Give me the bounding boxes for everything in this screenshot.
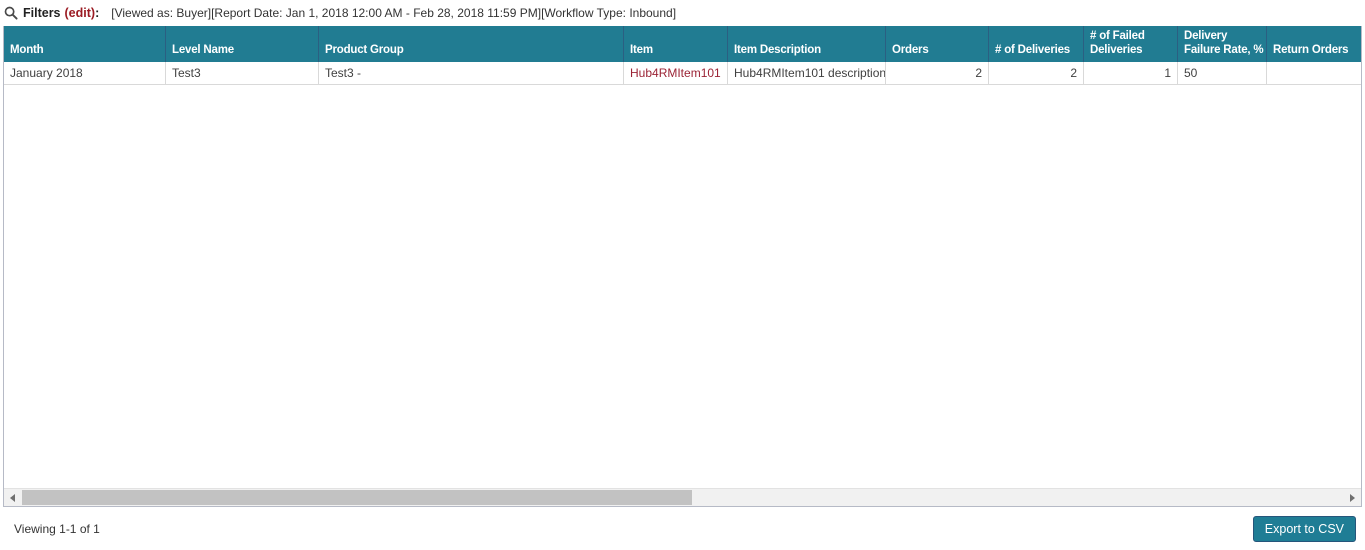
column-header-return-orders[interactable]: Return Orders [1267, 26, 1361, 62]
cell-product-group: Test3 - [319, 62, 624, 84]
filter-summary: [Viewed as: Buyer][Report Date: Jan 1, 2… [111, 6, 677, 20]
results-grid: Month Level Name Product Group Item Item… [3, 26, 1362, 507]
filters-label: Filters [23, 6, 61, 20]
grid-empty-body [4, 85, 1361, 488]
cell-num-failed-deliveries: 1 [1084, 62, 1178, 84]
scroll-left-icon [10, 493, 15, 502]
scrollbar-thumb[interactable] [22, 490, 692, 505]
cell-return-orders [1267, 62, 1361, 84]
column-header-num-failed-deliveries[interactable]: # of Failed Deliveries [1084, 26, 1178, 62]
horizontal-scrollbar[interactable] [4, 488, 1361, 506]
filters-edit-link[interactable]: (edit) [65, 6, 96, 20]
column-header-product-group[interactable]: Product Group [319, 26, 624, 62]
cell-delivery-failure-rate: 50 [1178, 62, 1267, 84]
column-header-num-deliveries[interactable]: # of Deliveries [989, 26, 1084, 62]
footer-bar: Viewing 1-1 of 1 Export to CSV [0, 507, 1365, 550]
grid-header-row: Month Level Name Product Group Item Item… [4, 26, 1361, 62]
scroll-right-icon [1350, 493, 1355, 502]
cell-num-deliveries: 2 [989, 62, 1084, 84]
scroll-right-button[interactable] [1344, 489, 1361, 506]
item-link[interactable]: Hub4RMItem101 [630, 66, 721, 80]
column-header-item-description[interactable]: Item Description [728, 26, 886, 62]
column-header-delivery-failure-rate[interactable]: Delivery Failure Rate, % [1178, 26, 1267, 62]
filters-colon: : [95, 6, 100, 20]
cell-item-description: Hub4RMItem101 description [728, 62, 886, 84]
scroll-left-button[interactable] [4, 489, 21, 506]
column-header-orders[interactable]: Orders [886, 26, 989, 62]
cell-orders: 2 [886, 62, 989, 84]
viewing-status: Viewing 1-1 of 1 [14, 521, 100, 536]
report-page: Filters (edit) : [Viewed as: Buyer][Repo… [0, 0, 1365, 550]
column-header-item[interactable]: Item [624, 26, 728, 62]
export-to-csv-button[interactable]: Export to CSV [1252, 515, 1356, 542]
column-header-level-name[interactable]: Level Name [166, 26, 319, 62]
search-icon [4, 6, 18, 20]
column-header-month[interactable]: Month [4, 26, 166, 62]
cell-item: Hub4RMItem101 [624, 62, 728, 84]
table-row: January 2018 Test3 Test3 - Hub4RMItem101… [4, 62, 1361, 85]
cell-level-name: Test3 [166, 62, 319, 84]
cell-month: January 2018 [4, 62, 166, 84]
filters-bar: Filters (edit) : [Viewed as: Buyer][Repo… [0, 0, 1365, 26]
